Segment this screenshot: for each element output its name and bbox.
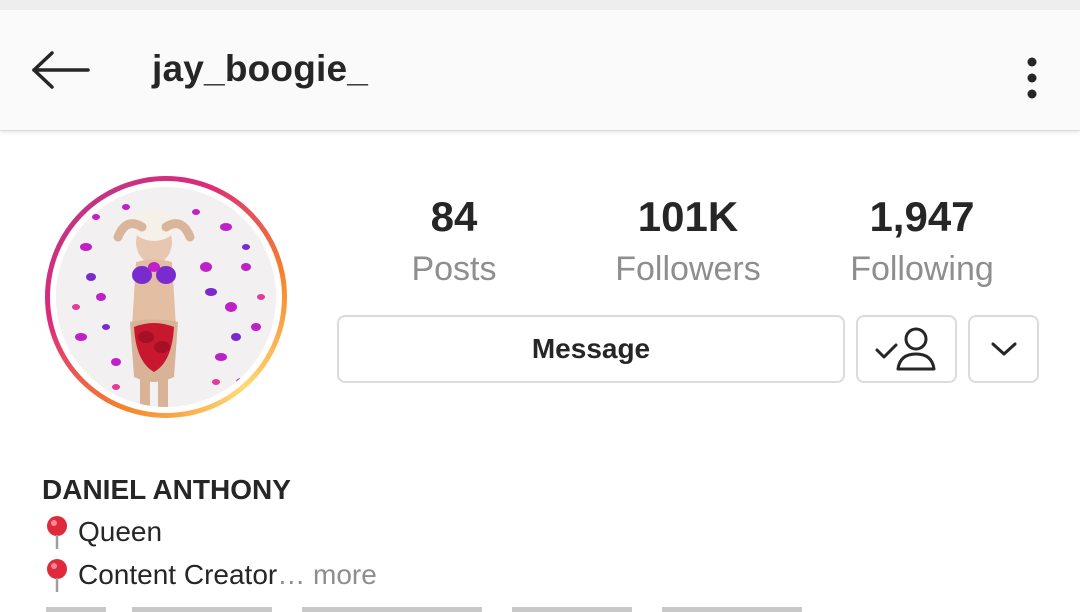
back-button[interactable] [22,40,98,100]
bio-more-link[interactable]: more [305,553,377,596]
followers-count: 101K [637,193,739,240]
avatar-photo [56,187,276,407]
bio-full-name: DANIEL ANTHONY [42,474,291,505]
following-status-button[interactable] [856,315,957,383]
posts-count: 84 [430,193,478,240]
bio-line: Queen [42,510,377,553]
arrow-left-icon [32,51,90,89]
profile-bio: DANIEL ANTHONY Queen Content Creator… mo… [42,470,377,596]
posts-label: Posts [411,250,497,288]
suggested-accounts-dropdown[interactable] [968,315,1039,383]
pin-icon [47,515,67,549]
top-app-bar: jay_boogie_ [0,10,1080,131]
followers-label: Followers [615,250,761,288]
message-button[interactable]: Message [337,315,845,383]
user-check-icon [875,327,935,371]
cutoff-text-fragment [46,607,802,612]
bio-line-text: Queen [78,516,163,547]
bio-ellipsis: … [277,559,306,590]
chevron-down-icon [991,342,1016,356]
story-ring[interactable] [45,176,287,418]
profile-username: jay_boogie_ [152,48,369,89]
bio-cutoff-line [42,600,822,612]
status-strip [0,0,1080,10]
bio-line: Content Creator… more [42,553,377,596]
stat-following[interactable]: 1,947 Following [822,192,1022,291]
more-options-button[interactable] [1008,46,1056,110]
stat-followers[interactable]: 101K Followers [588,192,788,291]
more-vertical-icon [1027,57,1037,99]
bio-line-text: Content Creator [78,559,278,590]
pin-icon [47,558,67,592]
stat-posts[interactable]: 84 Posts [354,192,554,291]
following-count: 1,947 [869,193,975,240]
following-label: Following [850,250,994,288]
profile-avatar[interactable] [56,187,276,407]
